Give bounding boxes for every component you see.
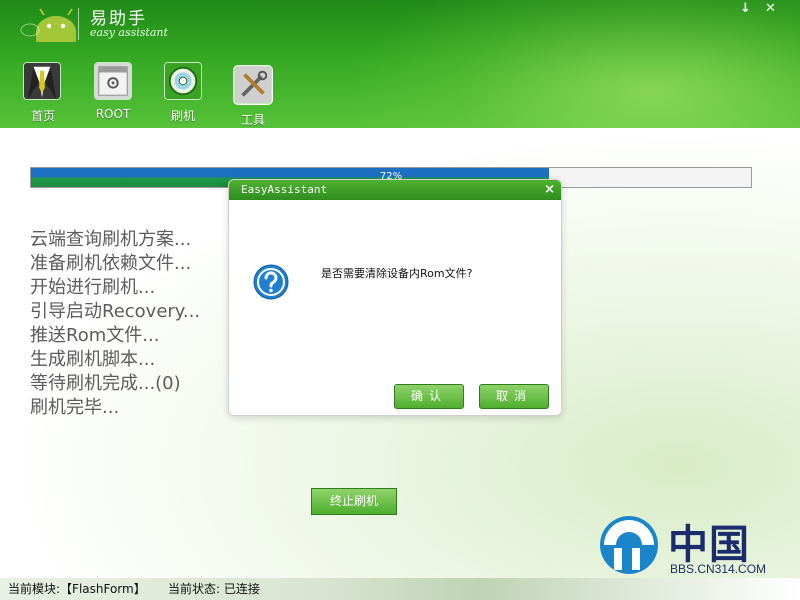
watermark-url: BBS.CN314.COM (670, 562, 767, 576)
brand-subtitle: easy assistant (90, 26, 168, 39)
main-nav: 首页 ROOT 刷机 工具 (0, 60, 800, 128)
close-window-button[interactable]: ✕ (765, 1, 776, 16)
nav-label-home: 首页 (30, 109, 55, 123)
watermark-logo: 中国派 BBS.CN314.COM (598, 512, 788, 600)
home-suit-icon (23, 62, 61, 100)
step-item: 刷机完毕... (30, 397, 120, 418)
step-item: 等待刷机完成...(0) (30, 373, 181, 394)
app-header: 易助手 easy assistant ↓ ✕ 首页 ROOT 刷机 工具 (0, 0, 800, 128)
flash-steps-list: 云端查询刷机方案... 准备刷机依赖文件... 开始进行刷机... 引导启动Re… (30, 228, 200, 420)
nav-item-flash[interactable]: 刷机 (148, 60, 218, 126)
confirm-dialog: EasyAssistant × 是否需要清除设备内Rom文件? 确认 取消 (228, 179, 562, 416)
dialog-close-icon[interactable]: × (544, 182, 555, 197)
root-gear-icon (94, 62, 132, 100)
step-item: 推送Rom文件... (30, 325, 160, 346)
dialog-titlebar: EasyAssistant × (229, 180, 561, 200)
cancel-button[interactable]: 取消 (479, 384, 549, 409)
status-module: 当前模块:【FlashForm】 (8, 582, 146, 596)
step-item: 引导启动Recovery... (30, 301, 201, 322)
step-item: 准备刷机依赖文件... (30, 253, 192, 274)
nav-item-tools[interactable]: 工具 (218, 60, 288, 127)
nav-item-home[interactable]: 首页 (8, 60, 78, 126)
dialog-body: 是否需要清除设备内Rom文件? 确认 取消 (229, 200, 561, 415)
flash-disc-icon (164, 62, 202, 100)
dialog-message: 是否需要清除设备内Rom文件? (321, 267, 473, 280)
status-state: 当前状态: 已连接 (168, 582, 260, 596)
dialog-title: EasyAssistant (241, 183, 328, 196)
minimize-button[interactable]: ↓ (740, 1, 751, 16)
nav-label-root: ROOT (95, 107, 131, 121)
status-bar: 当前模块:【FlashForm】 当前状态: 已连接 (0, 578, 800, 600)
nav-label-tools: 工具 (240, 113, 265, 127)
brand-divider (78, 8, 79, 40)
android-logo-icon (20, 8, 76, 42)
nav-label-flash: 刷机 (170, 109, 195, 123)
question-icon (253, 264, 289, 300)
stop-flash-button[interactable]: 终止刷机 (311, 488, 397, 515)
step-item: 开始进行刷机... (30, 277, 156, 298)
tools-icon (234, 66, 272, 104)
confirm-button[interactable]: 确认 (394, 384, 464, 409)
nav-item-root[interactable]: ROOT (78, 60, 148, 126)
step-item: 生成刷机脚本... (30, 349, 156, 370)
pi-logo-icon (600, 516, 658, 574)
step-item: 云端查询刷机方案... (30, 229, 192, 250)
